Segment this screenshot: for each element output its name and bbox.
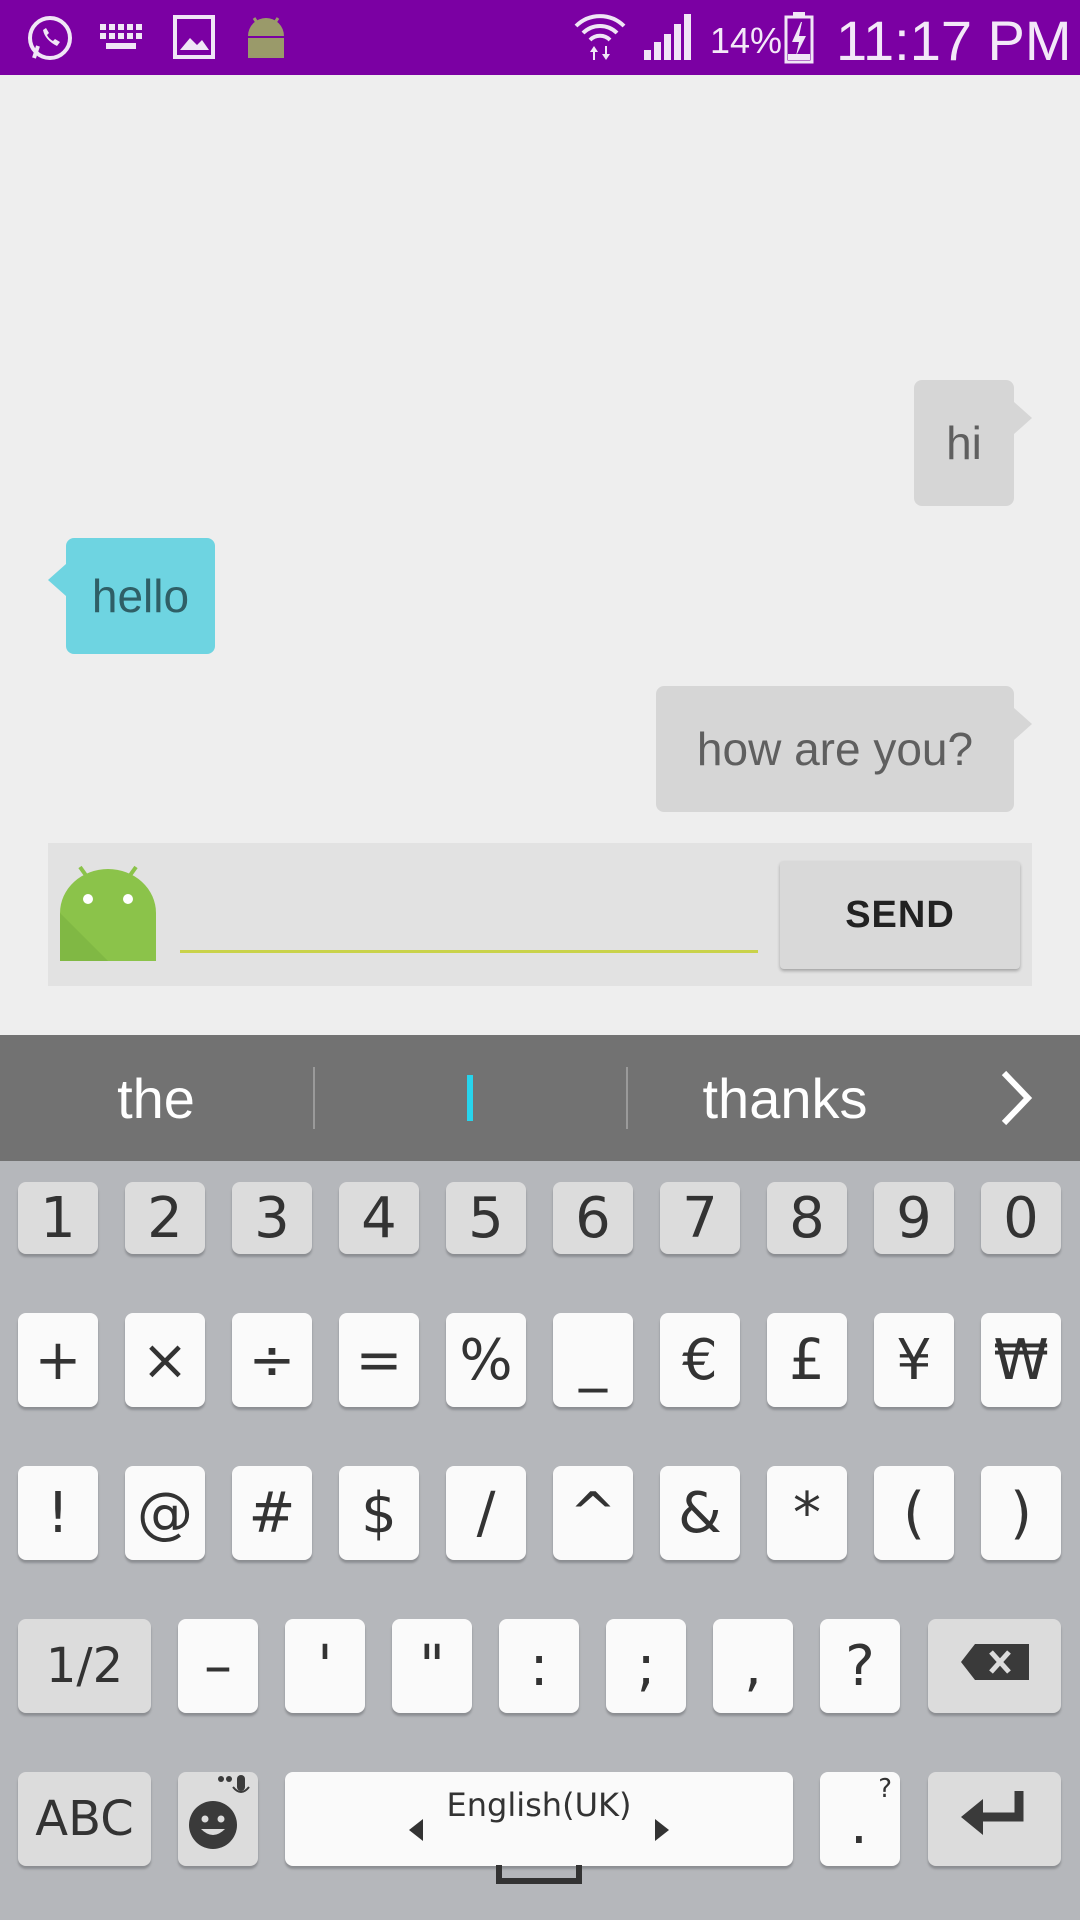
key-slash[interactable]: / bbox=[446, 1466, 526, 1560]
message-bubble-sent[interactable]: how are you? bbox=[656, 686, 1032, 812]
message-bubble-received[interactable]: hello bbox=[48, 538, 215, 654]
enter-icon bbox=[959, 1787, 1031, 1851]
key-8[interactable]: 8 bbox=[767, 1182, 847, 1254]
key-colon[interactable]: : bbox=[499, 1619, 579, 1713]
chat-area[interactable]: hi hello how are you? SEND bbox=[0, 75, 1080, 1035]
key-paren-open[interactable]: ( bbox=[874, 1466, 954, 1560]
suggestion-bar: the thanks bbox=[0, 1035, 1080, 1161]
key-at[interactable]: @ bbox=[125, 1466, 205, 1560]
period-key[interactable]: ? . bbox=[820, 1772, 900, 1866]
key-asterisk[interactable]: * bbox=[767, 1466, 847, 1560]
key-equals[interactable]: = bbox=[339, 1313, 419, 1407]
key-apostrophe[interactable]: ' bbox=[285, 1619, 365, 1713]
key-9[interactable]: 9 bbox=[874, 1182, 954, 1254]
key-percent[interactable]: % bbox=[446, 1313, 526, 1407]
message-composer: SEND bbox=[48, 843, 1032, 986]
wifi-icon bbox=[572, 8, 628, 69]
key-hash[interactable]: # bbox=[232, 1466, 312, 1560]
key-page-toggle[interactable]: 1/2 bbox=[18, 1619, 151, 1713]
message-text: hello bbox=[91, 570, 190, 622]
key-6[interactable]: 6 bbox=[553, 1182, 633, 1254]
key-ampersand[interactable]: & bbox=[660, 1466, 740, 1560]
key-question[interactable]: ? bbox=[820, 1619, 900, 1713]
key-0[interactable]: 0 bbox=[981, 1182, 1061, 1254]
backspace-icon bbox=[959, 1638, 1031, 1694]
message-text: how are you? bbox=[696, 723, 974, 775]
key-yen[interactable]: ¥ bbox=[874, 1313, 954, 1407]
android-avatar-icon[interactable] bbox=[58, 863, 158, 963]
emoji-key[interactable] bbox=[178, 1772, 258, 1866]
emoji-icon bbox=[183, 1773, 253, 1865]
key-3[interactable]: 3 bbox=[232, 1182, 312, 1254]
key-pound[interactable]: £ bbox=[767, 1313, 847, 1407]
chevron-right-icon bbox=[653, 1792, 671, 1857]
key-1[interactable]: 1 bbox=[18, 1182, 98, 1254]
key-7[interactable]: 7 bbox=[660, 1182, 740, 1254]
key-semicolon[interactable]: ; bbox=[606, 1619, 686, 1713]
key-4[interactable]: 4 bbox=[339, 1182, 419, 1254]
key-quote[interactable]: " bbox=[392, 1619, 472, 1713]
android-icon bbox=[242, 14, 290, 65]
gallery-icon bbox=[172, 14, 216, 65]
key-comma[interactable]: , bbox=[713, 1619, 793, 1713]
suggestion-right[interactable]: thanks bbox=[628, 1035, 942, 1161]
battery-percent: 14% bbox=[710, 20, 783, 61]
key-won[interactable]: ₩ bbox=[981, 1313, 1061, 1407]
chevron-right-icon[interactable] bbox=[990, 1065, 1044, 1131]
key-dollar[interactable]: $ bbox=[339, 1466, 419, 1560]
message-input[interactable] bbox=[180, 873, 758, 953]
key-paren-close[interactable]: ) bbox=[981, 1466, 1061, 1560]
keyboard-icon bbox=[98, 22, 144, 57]
key-underscore[interactable]: _ bbox=[553, 1313, 633, 1407]
period-label: . bbox=[850, 1792, 868, 1857]
key-5[interactable]: 5 bbox=[446, 1182, 526, 1254]
key-abc[interactable]: ABC bbox=[18, 1772, 151, 1866]
key-dash[interactable]: – bbox=[178, 1619, 258, 1713]
spacebar-icon bbox=[496, 1834, 582, 1899]
period-hint: ? bbox=[878, 1774, 892, 1804]
key-caret[interactable]: ^ bbox=[553, 1466, 633, 1560]
keyboard: 1 2 3 4 5 6 7 8 9 0 + × ÷ = % _ € £ ¥ ₩ … bbox=[0, 1161, 1080, 1920]
backspace-key[interactable] bbox=[928, 1619, 1061, 1713]
key-euro[interactable]: € bbox=[660, 1313, 740, 1407]
text-cursor bbox=[467, 1075, 473, 1121]
battery-charging-icon bbox=[784, 10, 814, 69]
key-exclamation[interactable]: ! bbox=[18, 1466, 98, 1560]
send-button[interactable]: SEND bbox=[780, 861, 1020, 969]
key-2[interactable]: 2 bbox=[125, 1182, 205, 1254]
key-plus[interactable]: + bbox=[18, 1313, 98, 1407]
message-bubble-sent[interactable]: hi bbox=[914, 380, 1032, 506]
space-key[interactable]: English(UK) bbox=[285, 1772, 793, 1884]
enter-key[interactable] bbox=[928, 1772, 1061, 1866]
key-multiply[interactable]: × bbox=[125, 1313, 205, 1407]
status-bar: 14% 11:17 PM bbox=[0, 0, 1080, 75]
key-divide[interactable]: ÷ bbox=[232, 1313, 312, 1407]
language-label: English(UK) bbox=[446, 1786, 632, 1824]
whatsapp-icon bbox=[24, 12, 76, 69]
suggestion-left[interactable]: the bbox=[0, 1035, 312, 1161]
message-text: hi bbox=[946, 417, 982, 469]
signal-icon bbox=[642, 12, 694, 67]
clock: 11:17 PM bbox=[836, 9, 1072, 72]
